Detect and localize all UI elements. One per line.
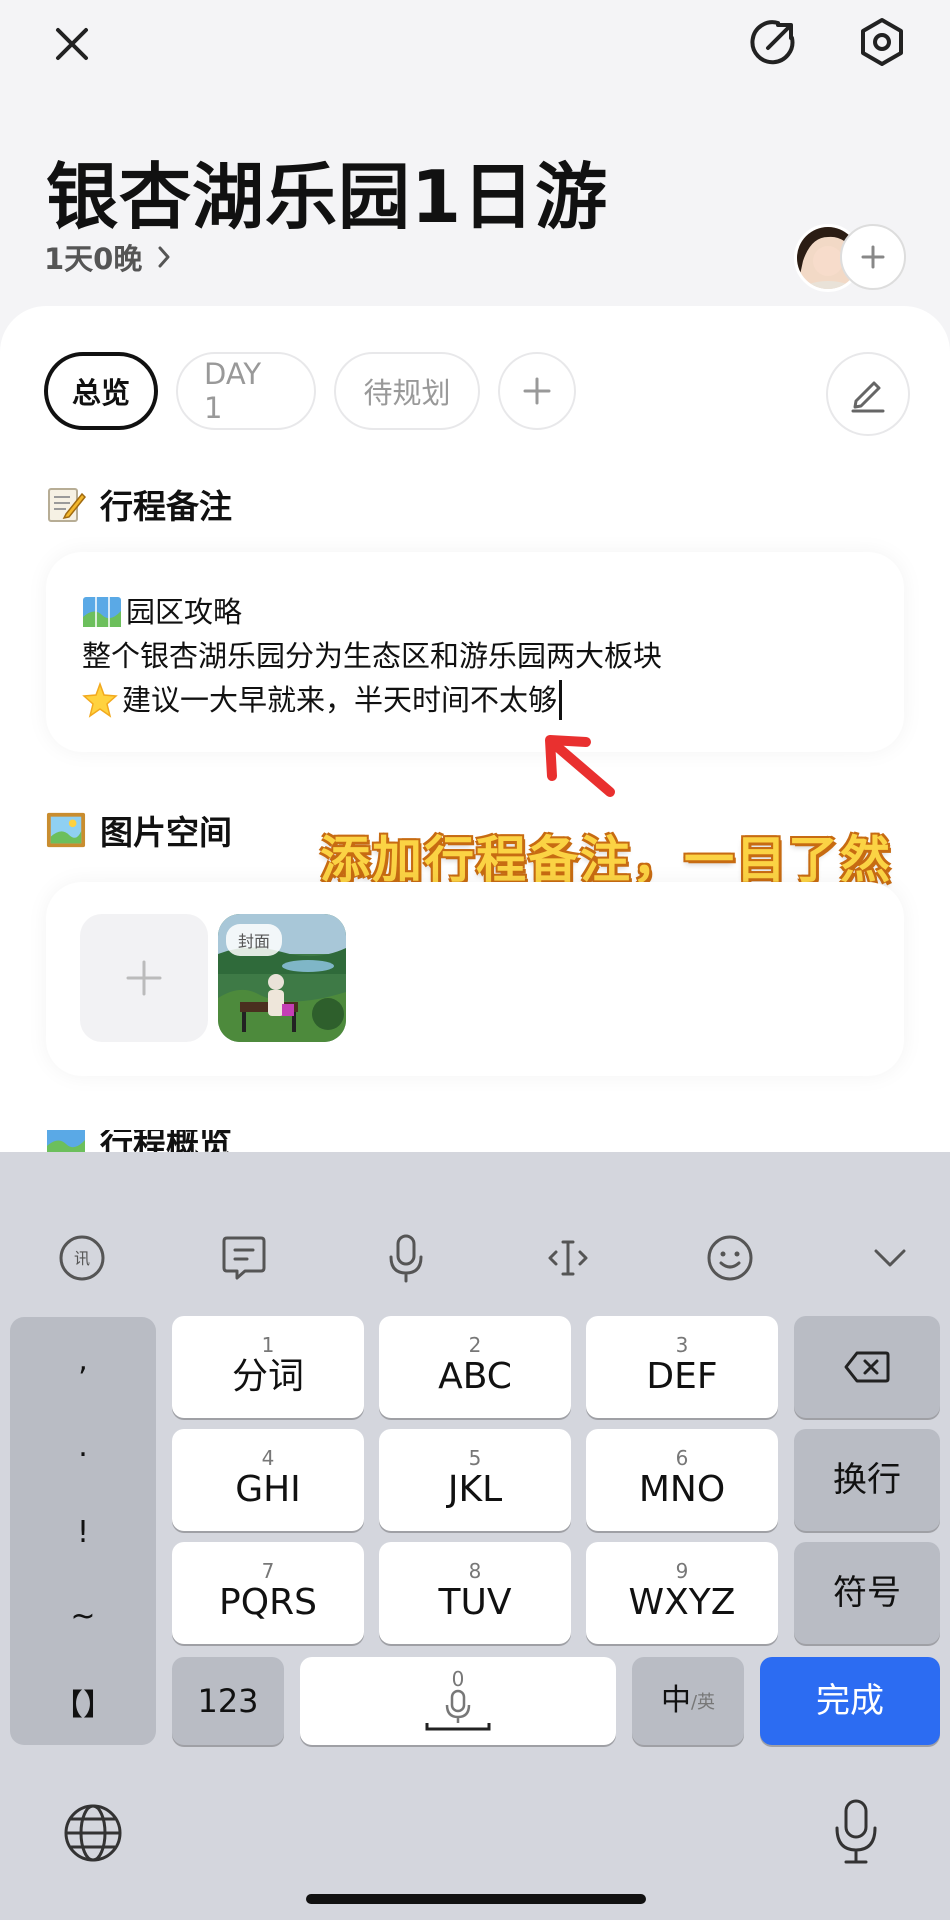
key-5[interactable]: 5 JKL xyxy=(379,1429,571,1531)
tab-day-1[interactable]: DAY 1 xyxy=(176,352,316,430)
key-8[interactable]: 8 TUV xyxy=(379,1542,571,1644)
overview-section-header: 行程概览 xyxy=(46,1130,232,1152)
cover-badge: 封面 xyxy=(226,924,283,956)
plus-icon xyxy=(126,960,162,996)
notes-section-title: 行程备注 xyxy=(100,487,232,526)
voice-icon[interactable] xyxy=(378,1230,434,1286)
punct-key-period[interactable]: . xyxy=(10,1403,156,1489)
key-1[interactable]: 1 分词 xyxy=(172,1316,364,1418)
done-key[interactable]: 完成 xyxy=(760,1657,940,1745)
share-icon[interactable] xyxy=(740,8,808,76)
home-indicator xyxy=(306,1894,646,1904)
annotation-arrow-icon xyxy=(545,735,615,797)
space-mic-icon xyxy=(425,1689,491,1731)
numbers-key[interactable]: 123 xyxy=(172,1657,284,1745)
punct-key-exclaim[interactable]: ! xyxy=(10,1489,156,1575)
overview-section-title: 行程概览 xyxy=(100,1130,232,1152)
top-bar xyxy=(0,0,950,80)
chevron-right-icon xyxy=(158,246,170,268)
add-photo-button[interactable] xyxy=(80,914,208,1042)
framed-picture-icon xyxy=(46,810,86,850)
note-line: 建议一大早就来，半天时间不太够 xyxy=(82,678,662,722)
settings-icon[interactable] xyxy=(848,8,916,76)
map-icon xyxy=(46,1130,86,1152)
close-icon[interactable] xyxy=(40,12,104,76)
symbols-key[interactable]: 符号 xyxy=(794,1542,940,1644)
photos-section-title: 图片空间 xyxy=(100,813,232,852)
key-2[interactable]: 2 ABC xyxy=(379,1316,571,1418)
tab-bar: 总览 DAY 1 待规划 xyxy=(44,352,576,430)
punctuation-column: , . ! ~ 【】 xyxy=(10,1317,156,1745)
key-3[interactable]: 3 DEF xyxy=(586,1316,778,1418)
emoji-icon[interactable] xyxy=(702,1230,758,1286)
cursor-move-icon[interactable] xyxy=(540,1230,596,1286)
map-icon xyxy=(82,595,122,629)
text-cursor xyxy=(559,680,563,720)
key-4[interactable]: 4 GHI xyxy=(172,1429,364,1531)
pencil-icon xyxy=(851,381,885,413)
keyboard-toolbar: 讯 xyxy=(0,1152,950,1302)
glowing-star-icon xyxy=(82,682,118,718)
punct-key-tilde[interactable]: ~ xyxy=(10,1573,156,1659)
tab-overview[interactable]: 总览 xyxy=(44,352,158,430)
photos-card: 封面 xyxy=(46,882,904,1076)
note-line: 整个银杏湖乐园分为生态区和游乐园两大板块 xyxy=(82,639,663,673)
notes-card[interactable]: 园区攻略 整个银杏湖乐园分为生态区和游乐园两大板块 建议一大早就来，半天时间不太… xyxy=(46,552,904,752)
plus-icon xyxy=(523,377,551,405)
space-key[interactable]: 0 xyxy=(300,1657,616,1745)
svg-text:讯: 讯 xyxy=(74,1249,90,1268)
tab-to-plan[interactable]: 待规划 xyxy=(334,352,480,430)
page-title: 银杏湖乐园1日游 xyxy=(46,155,609,239)
enter-key[interactable]: 换行 xyxy=(794,1429,940,1531)
ime-logo-icon[interactable]: 讯 xyxy=(54,1230,110,1286)
add-tab-button[interactable] xyxy=(498,352,576,430)
duration-label: 1天0晚 xyxy=(44,242,143,276)
plus-icon xyxy=(861,245,885,269)
backspace-key[interactable] xyxy=(794,1316,940,1418)
key-6[interactable]: 6 MNO xyxy=(586,1429,778,1531)
add-member-button[interactable] xyxy=(840,224,906,290)
edit-button[interactable] xyxy=(826,352,910,436)
globe-icon[interactable] xyxy=(62,1802,124,1864)
punct-key-comma[interactable]: , xyxy=(10,1317,156,1403)
cover-photo[interactable]: 封面 xyxy=(218,914,346,1042)
punct-key-brackets[interactable]: 【】 xyxy=(10,1659,156,1745)
clipboard-icon[interactable] xyxy=(216,1230,272,1286)
memo-icon xyxy=(46,484,86,524)
key-9[interactable]: 9 WXYZ xyxy=(586,1542,778,1644)
notes-section-header: 行程备注 xyxy=(46,480,232,528)
notes-text-area[interactable]: 园区攻略 整个银杏湖乐园分为生态区和游乐园两大板块 建议一大早就来，半天时间不太… xyxy=(82,590,662,722)
note-line: 园区攻略 xyxy=(82,590,662,634)
collapse-keyboard-icon[interactable] xyxy=(862,1230,918,1286)
dictation-mic-icon[interactable] xyxy=(826,1796,886,1868)
photos-section-header: 图片空间 xyxy=(46,806,232,854)
language-toggle-key[interactable]: 中 /英 xyxy=(632,1657,744,1745)
backspace-icon xyxy=(844,1351,890,1383)
trip-duration[interactable]: 1天0晚 xyxy=(44,236,172,278)
key-7[interactable]: 7 PQRS xyxy=(172,1542,364,1644)
